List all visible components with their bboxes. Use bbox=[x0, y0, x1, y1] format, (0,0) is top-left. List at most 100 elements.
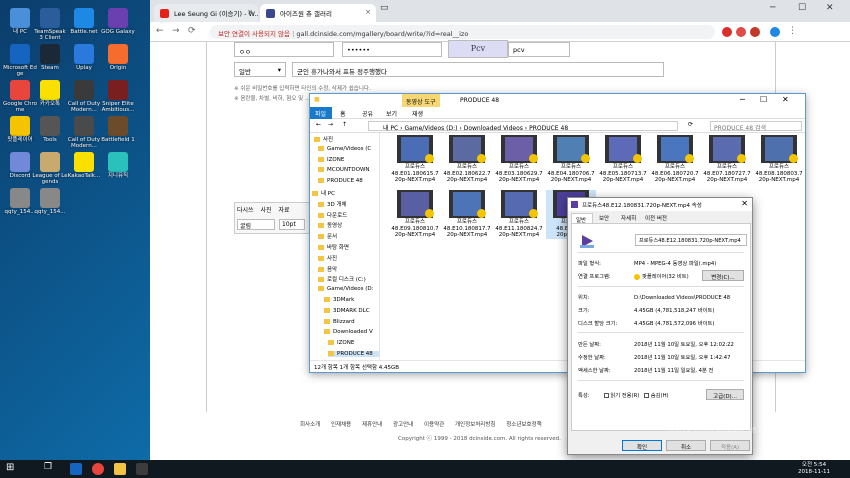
close-dialog-button[interactable]: ✕ bbox=[741, 199, 748, 208]
up-icon[interactable]: ↑ bbox=[342, 121, 347, 128]
tab-file[interactable]: 파일 bbox=[310, 107, 332, 119]
nav-item[interactable]: 3D 개체 bbox=[318, 200, 347, 208]
tab-izone-gallery[interactable]: 아이즈원 츄 갤러리 × bbox=[260, 4, 376, 22]
video-file[interactable]: 프로듀스 48.E04.180706.7 20p-NEXT.mp4 bbox=[546, 135, 596, 184]
attach-button[interactable]: 자료 bbox=[278, 207, 289, 214]
nav-item[interactable]: 사진 bbox=[314, 135, 333, 143]
desktop-icon[interactable]: Tools bbox=[32, 116, 68, 143]
nav-item[interactable]: PRODUCE 48 bbox=[328, 351, 379, 357]
nav-item[interactable]: 동영상 bbox=[318, 221, 342, 229]
store-taskbar-icon[interactable] bbox=[136, 463, 148, 475]
clock[interactable]: 오전 5:54 2018-11-11 bbox=[798, 462, 830, 476]
address-bar[interactable]: 보안 연결이 사용되지 않음 | gall.dcinside.com/mgall… bbox=[210, 25, 715, 39]
desktop-icon[interactable]: GOG Galaxy bbox=[100, 8, 136, 35]
tab-previous-versions[interactable]: 이전 버전 bbox=[645, 214, 667, 222]
tab-play[interactable]: 재생 bbox=[412, 109, 423, 118]
desktop-icon[interactable]: Uplay bbox=[66, 44, 102, 71]
desktop-icon[interactable]: Sniper Elite Ambitious... bbox=[100, 80, 136, 113]
tab-details[interactable]: 자세히 bbox=[621, 214, 636, 222]
start-windows-icon[interactable]: ⊞ bbox=[6, 462, 18, 474]
explorer-taskbar-icon[interactable] bbox=[114, 463, 126, 475]
desktop-icon[interactable]: Origin bbox=[100, 44, 136, 71]
readonly-checkbox[interactable] bbox=[603, 393, 609, 398]
footer-link[interactable]: 광고안내 bbox=[393, 422, 413, 428]
desktop-icon[interactable]: TeamSpeak 3 Client bbox=[32, 8, 68, 41]
font-select[interactable]: 굴림 bbox=[237, 219, 275, 230]
footer-link[interactable]: 제휴안내 bbox=[362, 422, 382, 428]
new-tab-button[interactable]: ▭ bbox=[380, 3, 389, 13]
tab-lee-seung-gi[interactable]: Lee Seung Gi (이승기) - W... × bbox=[154, 4, 258, 22]
change-button[interactable]: 변경(C)... bbox=[702, 270, 744, 281]
forward-icon[interactable]: → bbox=[328, 121, 333, 128]
hidden-checkbox[interactable] bbox=[644, 393, 650, 398]
nav-item[interactable]: IZONE bbox=[318, 156, 344, 163]
nav-item[interactable]: 문서 bbox=[318, 232, 337, 240]
nav-item[interactable]: Downloaded V bbox=[324, 329, 373, 335]
task-view-icon[interactable]: ❐ bbox=[44, 462, 56, 474]
ok-button[interactable]: 확인 bbox=[622, 440, 662, 451]
video-file[interactable]: 프로듀스 48.E10.180817.7 20p-NEXT.mp4 bbox=[442, 190, 492, 239]
desktop-icon[interactable]: Battlefield 1 bbox=[100, 116, 136, 143]
footer-link[interactable]: 이용약관 bbox=[424, 422, 444, 428]
close-window-button[interactable]: ✕ bbox=[826, 3, 834, 13]
video-file[interactable]: 프로듀스 48.E02.180622.7 20p-NEXT.mp4 bbox=[442, 135, 492, 184]
video-file[interactable]: 프로듀스 48.E11.180824.7 20p-NEXT.mp4 bbox=[494, 190, 544, 239]
nav-item[interactable]: 다운로드 bbox=[318, 211, 347, 219]
refresh-icon[interactable]: ⟳ bbox=[688, 121, 693, 128]
video-file[interactable]: 프로듀스 48.E06.180720.7 20p-NEXT.mp4 bbox=[650, 135, 700, 184]
subject-input[interactable]: 군인 휴가나와서 프듀 정주행했다 bbox=[292, 62, 664, 77]
video-tools-tab[interactable]: 동영상 도구 bbox=[402, 94, 440, 107]
footer-link[interactable]: 인재채용 bbox=[331, 422, 351, 428]
video-file[interactable]: 프로듀스 48.E01.180615.7 20p-NEXT.mp4 bbox=[390, 135, 440, 184]
desktop-icon[interactable]: Call of Duty Modern... bbox=[66, 116, 102, 149]
nav-item[interactable]: 내 PC bbox=[312, 189, 335, 197]
filename-input[interactable]: 프로듀스48.E12.180831.720p-NEXT.mp4 bbox=[635, 234, 747, 246]
nav-item[interactable]: Game/Videos (C bbox=[318, 145, 371, 152]
extension-icon[interactable] bbox=[722, 27, 732, 37]
cancel-button[interactable]: 취소 bbox=[666, 440, 706, 451]
nav-item[interactable]: Blizzard bbox=[324, 318, 355, 325]
desktop-icon[interactable]: Battle.net bbox=[66, 8, 102, 35]
nav-item[interactable]: 사진 bbox=[318, 254, 337, 262]
search-input[interactable]: PRODUCE 48 검색 bbox=[710, 121, 802, 132]
back-icon[interactable]: ← bbox=[316, 121, 321, 128]
nav-item[interactable]: Game/Videos (D: bbox=[318, 286, 373, 292]
apply-button[interactable]: 적용(A) bbox=[710, 440, 750, 451]
nav-item[interactable]: 음악 bbox=[318, 265, 337, 273]
abp-icon[interactable] bbox=[750, 27, 760, 37]
tab-view[interactable]: 보기 bbox=[386, 109, 397, 118]
desktop-icon[interactable]: 지니뮤직 bbox=[100, 152, 136, 179]
nav-item[interactable]: MCOUNTDOWN bbox=[318, 167, 370, 173]
captcha-input[interactable]: pcv bbox=[508, 42, 570, 57]
reload-icon[interactable]: ⟳ bbox=[188, 26, 196, 36]
category-select[interactable]: 일반 ▾ bbox=[234, 62, 286, 77]
extension-icon[interactable] bbox=[736, 27, 746, 37]
tab-share[interactable]: 공유 bbox=[362, 109, 373, 118]
edge-taskbar-icon[interactable] bbox=[70, 463, 82, 475]
close-window-button[interactable]: ✕ bbox=[782, 95, 789, 104]
video-file[interactable]: 프로듀스 48.E05.180713.7 20p-NEXT.mp4 bbox=[598, 135, 648, 184]
nav-item[interactable]: IZONE bbox=[328, 340, 354, 346]
video-file[interactable]: 프로듀스 48.E08.180803.7 20p-NEXT.mp4 bbox=[754, 135, 804, 184]
footer-link[interactable]: 회사소개 bbox=[300, 422, 320, 428]
photo-button[interactable]: 사진 bbox=[260, 207, 271, 214]
forward-icon[interactable]: → bbox=[172, 26, 180, 36]
nav-item[interactable]: 로컬 디스크 (C:) bbox=[318, 275, 366, 283]
maximize-button[interactable]: ☐ bbox=[760, 95, 767, 104]
video-file[interactable]: 프로듀스 48.E03.180629.7 20p-NEXT.mp4 bbox=[494, 135, 544, 184]
desktop-icon[interactable]: Call of Duty Modern... bbox=[66, 80, 102, 113]
desktop-icon[interactable]: 카카오톡 bbox=[32, 80, 68, 107]
menu-icon[interactable]: ⋮ bbox=[788, 26, 797, 36]
breadcrumb[interactable]: 내 PC › Game/Videos (D:) › Downloaded Vid… bbox=[368, 121, 678, 132]
rewrite-button[interactable]: 다시쓰 bbox=[237, 207, 254, 214]
tab-home[interactable]: 홈 bbox=[340, 109, 346, 118]
desktop-icon[interactable]: qqty_154... bbox=[32, 188, 68, 215]
footer-link[interactable]: 청소년보호정책 bbox=[506, 422, 541, 428]
nav-item[interactable]: 3DMark bbox=[324, 297, 354, 303]
nav-item[interactable]: 바탕 화면 bbox=[318, 243, 349, 251]
minimize-button[interactable]: ─ bbox=[740, 95, 745, 104]
video-file[interactable]: 프로듀스 48.E09.180810.7 20p-NEXT.mp4 bbox=[390, 190, 440, 239]
desktop-icon[interactable]: League of Legends bbox=[32, 152, 68, 185]
font-size-select[interactable]: 10pt bbox=[279, 219, 305, 230]
maximize-button[interactable]: ☐ bbox=[798, 3, 806, 13]
